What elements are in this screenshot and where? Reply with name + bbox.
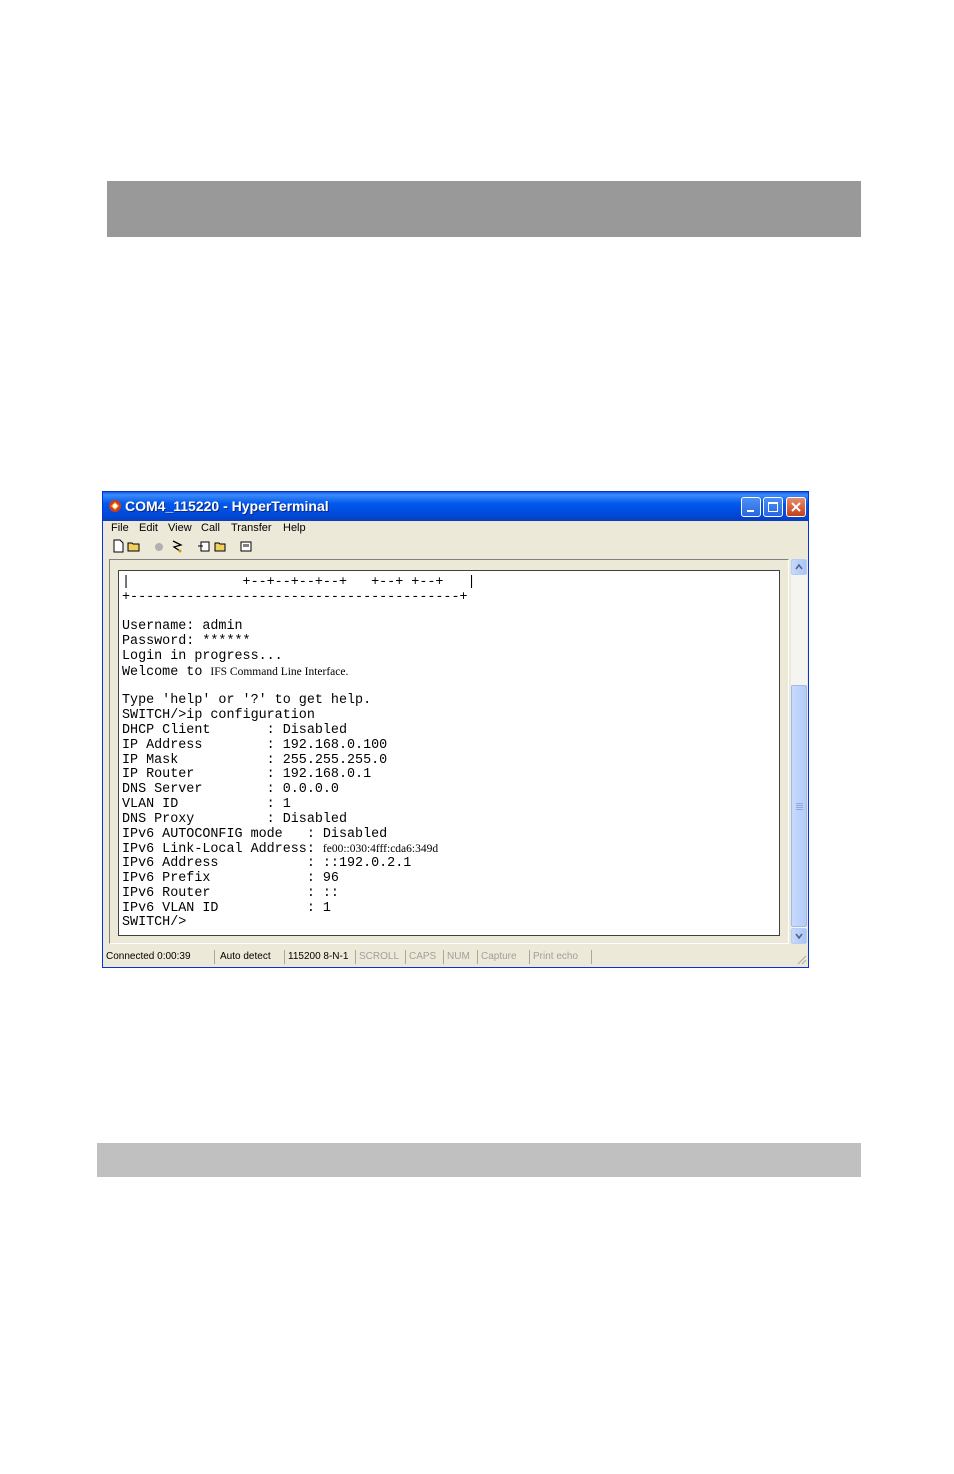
terminal-line: DNS Server : 0.0.0.0 xyxy=(122,782,339,798)
welcome-text: IFS Command Line Interface. xyxy=(210,665,349,678)
terminal-line: SWITCH/>ip configuration xyxy=(122,708,315,724)
grip-line xyxy=(796,805,803,806)
terminal-line: IPv6 Link-Local Address: fe00::030:4fff:… xyxy=(122,842,476,857)
terminal-line: IPv6 Router : :: xyxy=(122,885,339,901)
terminal-prompt[interactable]: SWITCH/> xyxy=(122,916,476,931)
welcome-prefix: Welcome to xyxy=(122,664,211,680)
status-print-echo: Print echo xyxy=(530,950,592,964)
terminal-line: | +--+--+--+--+ +--+ +--+ | xyxy=(122,575,476,590)
terminal-line: IPv6 Address : ::192.0.2.1 xyxy=(122,856,412,872)
grip-line xyxy=(796,809,803,810)
terminal-output: | +--+--+--+--+ +--+ +--+ | +-----------… xyxy=(122,575,476,931)
disconnect-icon[interactable] xyxy=(170,539,184,553)
resize-grip-icon[interactable] xyxy=(795,953,807,965)
scroll-thumb[interactable] xyxy=(791,685,807,927)
window-title: COM4_115220 - HyperTerminal xyxy=(125,498,329,514)
terminal-line: IPv6 AUTOCONFIG mode : Disabled xyxy=(122,826,388,842)
terminal-screen[interactable]: | +--+--+--+--+ +--+ +--+ | +-----------… xyxy=(118,570,780,936)
terminal-line: Welcome to IFS Command Line Interface. xyxy=(122,665,476,680)
menu-file[interactable]: File xyxy=(111,522,129,534)
status-settings: 115200 8-N-1 xyxy=(285,950,356,964)
vertical-scrollbar[interactable] xyxy=(791,559,807,944)
terminal-line: DHCP Client : Disabled xyxy=(122,722,347,738)
maximize-button[interactable] xyxy=(763,497,783,517)
send-icon[interactable] xyxy=(197,539,211,553)
title-bar[interactable]: COM4_115220 - HyperTerminal xyxy=(103,492,808,521)
new-icon[interactable] xyxy=(111,539,125,553)
status-num: NUM xyxy=(444,950,478,964)
status-scroll: SCROLL xyxy=(356,950,406,964)
grip-line xyxy=(796,803,803,804)
chevron-down-icon xyxy=(795,933,803,940)
terminal-line: IPv6 VLAN ID : 1 xyxy=(122,900,331,916)
grip-line xyxy=(796,807,803,808)
minimize-button[interactable] xyxy=(741,497,761,517)
terminal-line: Password: ****** xyxy=(122,634,251,650)
terminal-line: IP Router : 192.168.0.1 xyxy=(122,767,372,783)
status-capture: Capture xyxy=(478,950,530,964)
connect-icon[interactable] xyxy=(152,539,166,553)
terminal-line: IP Mask : 255.255.255.0 xyxy=(122,752,388,768)
maximize-icon xyxy=(768,502,778,512)
minimize-icon xyxy=(747,510,754,512)
status-detect: Auto detect xyxy=(217,950,285,964)
terminal-frame: | +--+--+--+--+ +--+ +--+ | +-----------… xyxy=(109,559,789,944)
terminal-line: +---------------------------------------… xyxy=(122,589,468,605)
open-icon[interactable] xyxy=(127,539,141,553)
close-button[interactable] xyxy=(786,497,806,517)
receive-icon[interactable] xyxy=(213,539,227,553)
terminal-line: IPv6 Prefix : 96 xyxy=(122,870,339,886)
terminal-line: Login in progress... xyxy=(122,648,283,664)
menu-transfer[interactable]: Transfer xyxy=(231,522,272,534)
terminal-line: Type 'help' or '?' to get help. xyxy=(122,693,372,709)
section-header-band xyxy=(107,181,861,237)
hyperterminal-app-icon[interactable] xyxy=(108,499,122,513)
scroll-up-button[interactable] xyxy=(791,559,807,575)
terminal-line: IP Address : 192.168.0.100 xyxy=(122,737,388,753)
menu-edit[interactable]: Edit xyxy=(139,522,158,534)
menu-view[interactable]: View xyxy=(168,522,192,534)
section-footer-band xyxy=(97,1143,861,1177)
terminal-line: Username: admin xyxy=(122,619,243,635)
properties-icon[interactable] xyxy=(239,539,253,553)
menu-call[interactable]: Call xyxy=(201,522,220,534)
link-local-value: fe00::030:4fff:cda6:349d xyxy=(322,843,439,856)
chevron-up-icon xyxy=(795,563,803,570)
link-local-label: IPv6 Link-Local Address: xyxy=(122,842,323,858)
status-bar: Connected 0:00:39 Auto detect 115200 8-N… xyxy=(103,947,808,967)
terminal-line: DNS Proxy : Disabled xyxy=(122,811,347,827)
terminal-line: VLAN ID : 1 xyxy=(122,796,291,812)
hyperterminal-window: COM4_115220 - HyperTerminal File Edit Vi… xyxy=(102,491,809,968)
menu-help[interactable]: Help xyxy=(283,522,306,534)
close-icon xyxy=(791,502,801,512)
status-connected: Connected 0:00:39 xyxy=(103,950,215,964)
scroll-down-button[interactable] xyxy=(791,928,807,944)
status-caps: CAPS xyxy=(406,950,444,964)
